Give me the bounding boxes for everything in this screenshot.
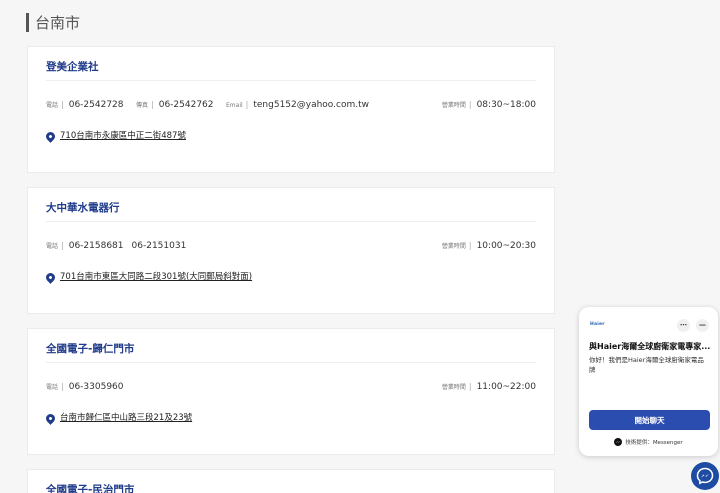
fax-item: 傳真 | 06-2542762 xyxy=(136,100,214,110)
chat-message: 你好！我們是Haier海爾全球廚衛家電品牌 xyxy=(589,356,704,374)
hours-item: 營業時間 | 10:00~20:30 xyxy=(442,241,536,251)
shop-card: 全國電子-歸仁門市 電話 | 06-3305960 營業時間 | 11:00~2… xyxy=(27,328,555,455)
phone-item: 電話 | 06-2158681 06-2151031 xyxy=(46,241,186,251)
hours-label: 營業時間 xyxy=(441,102,466,109)
divider xyxy=(46,221,536,222)
address-link[interactable]: 701台南市東區大同路二段301號(大同郵局斜對面) xyxy=(60,270,252,282)
hours-value: 10:00~20:30 xyxy=(476,241,536,251)
chat-footer-text: 技術提供：Messenger xyxy=(625,440,683,446)
city-title: 台南市 xyxy=(35,14,81,32)
hours-value: 11:00~22:00 xyxy=(476,382,536,392)
address-row: 701台南市東區大同路二段301號(大同郵局斜對面) xyxy=(44,270,252,284)
more-options-icon[interactable]: ⋯ xyxy=(677,319,690,332)
email-label: Email xyxy=(226,102,243,109)
hours-label: 營業時間 xyxy=(441,243,466,250)
chat-footer: 技術提供：Messenger xyxy=(579,438,718,446)
separator: | xyxy=(245,100,249,109)
phone-label: 電話 xyxy=(46,384,59,391)
messenger-icon xyxy=(696,467,714,485)
shop-name: 大中華水電器行 xyxy=(46,202,120,214)
map-pin-icon xyxy=(44,270,57,284)
shop-card: 大中華水電器行 電話 | 06-2158681 06-2151031 營業時間 … xyxy=(27,187,555,314)
phone-value: 06-2542728 xyxy=(68,100,124,110)
separator: | xyxy=(61,382,64,391)
fax-value: 06-2542762 xyxy=(158,100,214,110)
address-link[interactable]: 710台南市永康區中正二街487號 xyxy=(60,129,186,141)
contact-row: 電話 | 06-2542728 傳真 | 06-2542762 Email | … xyxy=(46,100,536,114)
phone-value: 06-2158681 xyxy=(68,241,124,251)
separator: | xyxy=(468,241,472,250)
address-row: 710台南市永康區中正二街487號 xyxy=(44,129,186,143)
shop-card: 登美企業社 電話 | 06-2542728 傳真 | 06-2542762 Em… xyxy=(27,46,555,173)
separator: | xyxy=(61,241,64,250)
chat-widget: Haier ⋯ — 與Haier海爾全球廚衛家電專家... 你好！我們是Haie… xyxy=(579,307,718,456)
hours-value: 08:30~18:00 xyxy=(476,100,536,110)
separator: | xyxy=(468,100,472,109)
fax-label: 傳真 xyxy=(136,102,149,109)
separator: | xyxy=(468,382,472,391)
divider xyxy=(46,80,536,81)
address-row: 台南市歸仁區中山路三段21及23號 xyxy=(44,411,192,425)
haier-logo: Haier xyxy=(590,322,605,327)
messenger-icon xyxy=(614,438,623,446)
map-pin-icon xyxy=(44,411,57,425)
hours-label: 營業時間 xyxy=(441,384,466,391)
email-item: Email | teng5152@yahoo.com.tw xyxy=(226,100,369,110)
contact-row: 電話 | 06-2158681 06-2151031 營業時間 | 10:00~… xyxy=(46,241,536,255)
hours-item: 營業時間 | 11:00~22:00 xyxy=(442,382,536,392)
shop-card: 全國電子-民治門市 xyxy=(27,469,555,493)
phone-item: 電話 | 06-3305960 xyxy=(46,382,124,392)
divider xyxy=(46,362,536,363)
phone-value-2: 06-2151031 xyxy=(131,241,187,251)
shop-name: 全國電子-民治門市 xyxy=(46,484,135,493)
phone-item: 電話 | 06-2542728 xyxy=(46,100,124,110)
email-value[interactable]: teng5152@yahoo.com.tw xyxy=(253,100,369,110)
start-chat-button[interactable]: 開始聊天 xyxy=(589,410,710,430)
shop-name: 登美企業社 xyxy=(46,61,99,73)
hours-item: 營業時間 | 08:30~18:00 xyxy=(442,100,536,110)
separator: | xyxy=(61,100,64,109)
phone-value: 06-3305960 xyxy=(68,382,124,392)
phone-label: 電話 xyxy=(46,243,59,250)
minimize-icon[interactable]: — xyxy=(696,319,709,332)
separator: | xyxy=(151,100,154,109)
contact-row: 電話 | 06-3305960 營業時間 | 11:00~22:00 xyxy=(46,382,536,396)
messenger-fab-button[interactable] xyxy=(691,462,719,490)
phone-label: 電話 xyxy=(46,102,59,109)
shop-name: 全國電子-歸仁門市 xyxy=(46,343,135,355)
chat-title: 與Haier海爾全球廚衛家電專家... xyxy=(589,342,711,351)
map-pin-icon xyxy=(44,129,57,143)
city-header: 台南市 xyxy=(26,13,80,32)
address-link[interactable]: 台南市歸仁區中山路三段21及23號 xyxy=(60,411,192,423)
